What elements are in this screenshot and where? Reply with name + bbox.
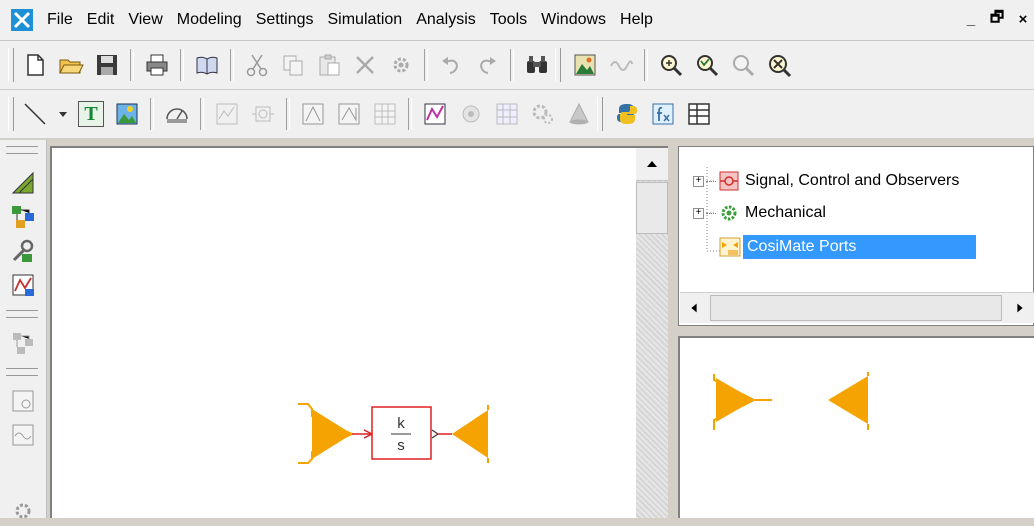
preview-input-port-fill xyxy=(716,378,754,422)
tree-item-label[interactable]: CosiMate Ports xyxy=(743,235,977,259)
arrow-up-icon xyxy=(647,161,657,167)
output-arrow-icon xyxy=(431,429,440,439)
tree-branch-line xyxy=(706,180,716,182)
restore-button[interactable]: 🗗 xyxy=(986,8,1008,30)
scroll-left-button[interactable] xyxy=(680,293,708,323)
tree-item-label[interactable]: Mechanical xyxy=(742,202,829,224)
tree-item-signal-control-observers[interactable]: + Signal, Control and Observers xyxy=(693,167,962,195)
close-button[interactable]: × xyxy=(1012,8,1034,30)
preview-output-port-fill xyxy=(828,376,868,424)
tree-branch-line xyxy=(706,212,716,214)
zoom-fit-icon[interactable] xyxy=(727,49,759,81)
arrow-left-icon xyxy=(691,303,697,313)
zoom-all-icon[interactable] xyxy=(763,49,795,81)
arrow-right-icon xyxy=(1017,303,1023,313)
block-denominator: s xyxy=(397,437,405,454)
zoom-out-icon[interactable] xyxy=(691,49,723,81)
spreadsheet-icon[interactable] xyxy=(683,98,715,130)
tree-horizontal-scrollbar[interactable] xyxy=(680,292,1034,323)
cosimate-ports-icon xyxy=(719,237,741,257)
scroll-up-button[interactable] xyxy=(636,148,668,181)
tree-expand-toggle[interactable]: + xyxy=(693,207,704,219)
tree-item-mechanical[interactable]: + Mechanical xyxy=(693,199,829,227)
mdi-window-controls: _ 🗗 × xyxy=(956,8,1034,30)
minimize-button[interactable]: _ xyxy=(960,8,982,30)
signal-library-icon xyxy=(719,171,739,191)
block-numerator: k xyxy=(397,415,405,432)
tree-item-label[interactable]: Signal, Control and Observers xyxy=(742,170,962,192)
mechanical-library-icon xyxy=(721,205,737,221)
panel-splitter[interactable] xyxy=(668,140,678,518)
input-port-fill xyxy=(312,409,352,459)
tree-item-cosimate-ports[interactable]: CosiMate Ports xyxy=(719,233,977,261)
model-diagram: k s xyxy=(298,403,489,464)
output-port-fill xyxy=(452,410,488,458)
preview-diagram xyxy=(713,372,869,430)
tree-expand-toggle[interactable]: + xyxy=(693,175,704,187)
scroll-thumb[interactable] xyxy=(636,182,668,234)
scroll-right-button[interactable] xyxy=(1006,293,1034,323)
scroll-thumb[interactable] xyxy=(710,295,1002,321)
library-preview-panel xyxy=(678,336,1034,518)
canvas-vertical-scrollbar[interactable] xyxy=(636,148,668,518)
